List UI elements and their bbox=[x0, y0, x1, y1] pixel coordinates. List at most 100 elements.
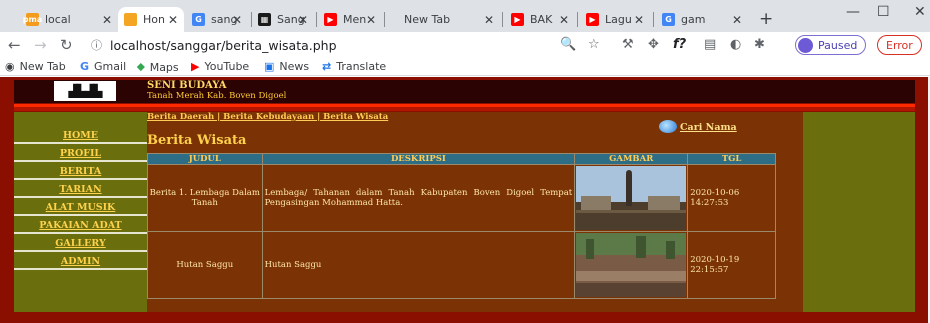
cell-tgl: 2020-10-06 14:27:53 bbox=[687, 164, 776, 232]
site-info-icon[interactable]: ⓘ bbox=[91, 37, 102, 53]
error-button[interactable]: Error bbox=[877, 35, 922, 55]
nav-tarian[interactable]: TARIAN bbox=[14, 180, 147, 198]
error-label: Error bbox=[886, 38, 913, 52]
header-divider bbox=[14, 107, 915, 111]
tab-divider bbox=[316, 12, 317, 27]
breadcrumb[interactable]: Berita Daerah | Berita Kebudayaan | Beri… bbox=[147, 112, 388, 122]
browser-tab-active[interactable]: Hon ✕ bbox=[118, 7, 184, 32]
table-header-row: JUDUL DESKRIPSI GAMBAR TGL bbox=[147, 153, 776, 165]
google-icon: G bbox=[80, 60, 90, 73]
back-icon[interactable]: ← bbox=[8, 36, 21, 54]
sidebar-nav: HOME PROFIL BERITA TARIAN ALAT MUSIK PAK… bbox=[14, 112, 147, 312]
tab-divider bbox=[653, 12, 654, 27]
nav-profil[interactable]: PROFIL bbox=[14, 144, 147, 162]
close-icon[interactable]: ✕ bbox=[232, 13, 242, 27]
tab-label: Lagu bbox=[605, 13, 632, 26]
bookmark-label: Translate bbox=[336, 60, 387, 73]
news-photo bbox=[576, 166, 687, 230]
news-icon: ▣ bbox=[264, 60, 275, 73]
bookmark-star-icon[interactable]: ☆ bbox=[588, 37, 600, 52]
browser-tab[interactable]: ▶ Men ✕ bbox=[318, 7, 382, 32]
browser-tab[interactable]: New Tab ✕ bbox=[388, 7, 500, 32]
bookmark-label: YouTube bbox=[204, 60, 250, 73]
site-brand: SENI BUDAYA Tanah Merah Kab. Boven Digoe… bbox=[147, 80, 287, 102]
tab-label: BAK bbox=[530, 13, 553, 26]
tab-label: Men bbox=[343, 13, 367, 26]
close-icon[interactable]: ✕ bbox=[732, 13, 742, 27]
column-header: TGL bbox=[687, 153, 776, 165]
page-icon bbox=[124, 13, 137, 26]
nav-admin[interactable]: ADMIN bbox=[14, 252, 147, 270]
extension-icon[interactable]: ◐ bbox=[730, 37, 741, 52]
globe-icon: ◉ bbox=[5, 60, 15, 73]
browser-tab[interactable]: G gam ✕ bbox=[656, 7, 748, 32]
maximize-icon[interactable]: ☐ bbox=[877, 4, 890, 20]
bookmark-item[interactable]: ⇄ Translate bbox=[322, 60, 386, 73]
close-icon[interactable]: ✕ bbox=[168, 13, 178, 27]
maps-icon: ⬥ bbox=[137, 60, 145, 73]
news-table: JUDUL DESKRIPSI GAMBAR TGL Berita 1. Lem… bbox=[147, 153, 776, 299]
nav-alat-musik[interactable]: ALAT MUSIK bbox=[14, 198, 147, 216]
bookmark-item[interactable]: ▶ YouTube bbox=[191, 60, 249, 73]
browser-tab[interactable]: ▦ Sang ✕ bbox=[252, 7, 314, 32]
site-logo: ▟▙▟▙ bbox=[54, 81, 116, 101]
extension-icon[interactable]: f? bbox=[673, 37, 686, 52]
bookmark-label: Gmail bbox=[94, 60, 127, 73]
tab-divider bbox=[577, 12, 578, 27]
nav-berita[interactable]: BERITA bbox=[14, 162, 147, 180]
news-photo bbox=[576, 233, 687, 297]
bookmark-item[interactable]: G Gmail bbox=[80, 60, 126, 73]
close-icon[interactable]: ✕ bbox=[484, 13, 494, 27]
browser-tab[interactable]: pma local ✕ bbox=[20, 7, 118, 32]
extension-icon[interactable]: ⚒ bbox=[622, 37, 634, 52]
search-link[interactable]: Cari Nama bbox=[659, 120, 737, 133]
youtube-icon: ▶ bbox=[191, 60, 200, 73]
translate-icon: ⇄ bbox=[322, 60, 332, 73]
search-link-label[interactable]: Cari Nama bbox=[680, 122, 737, 133]
extensions-puzzle-icon[interactable]: ✱ bbox=[754, 37, 765, 52]
logo-icon: ▟▙▟▙ bbox=[68, 84, 103, 98]
browser-tab[interactable]: G sang ✕ bbox=[186, 7, 248, 32]
reload-icon[interactable]: ↻ bbox=[60, 36, 73, 54]
url-field[interactable]: ⓘ localhost/sanggar/berita_wisata.php bbox=[91, 35, 451, 55]
brand-subtitle: Tanah Merah Kab. Boven Digoel bbox=[147, 91, 287, 101]
close-icon[interactable]: ✕ bbox=[298, 13, 308, 27]
bookmark-label: News bbox=[279, 60, 310, 73]
close-icon[interactable]: ✕ bbox=[559, 13, 569, 27]
nav-gallery[interactable]: GALLERY bbox=[14, 234, 147, 252]
bookmark-item[interactable]: ▣ News bbox=[264, 60, 309, 73]
table-row: Hutan Saggu Hutan Saggu 2020-10-19 22:15… bbox=[147, 231, 776, 299]
extension-icon[interactable]: ▤ bbox=[704, 37, 716, 52]
brand-title: SENI BUDAYA bbox=[147, 80, 227, 91]
nav-home[interactable]: HOME bbox=[14, 126, 147, 144]
minimize-icon[interactable]: — bbox=[846, 4, 860, 20]
column-header: DESKRIPSI bbox=[261, 153, 576, 165]
web-page: ▟▙▟▙ SENI BUDAYA Tanah Merah Kab. Boven … bbox=[0, 77, 930, 323]
cell-gambar bbox=[574, 164, 689, 232]
close-icon[interactable]: ✕ bbox=[634, 13, 644, 27]
bookmarks-bar: ◉ New Tab G Gmail ⬥ Maps ▶ YouTube ▣ New… bbox=[0, 58, 930, 76]
search-icon bbox=[659, 120, 677, 133]
forward-icon[interactable]: → bbox=[34, 36, 47, 54]
zoom-icon[interactable]: 🔍 bbox=[560, 37, 576, 52]
profile-button[interactable]: Paused bbox=[795, 35, 867, 55]
pma-icon: pma bbox=[22, 13, 43, 26]
browser-tab[interactable]: ▶ BAK ✕ bbox=[505, 7, 575, 32]
close-icon[interactable]: ✕ bbox=[102, 13, 112, 27]
url-text: localhost/sanggar/berita_wisata.php bbox=[110, 37, 337, 53]
window-close-icon[interactable]: ✕ bbox=[914, 4, 926, 20]
browser-tab[interactable]: ▶ Lagu ✕ bbox=[580, 7, 650, 32]
browser-tab-strip: pma local ✕ Hon ✕ G sang ✕ ▦ Sang ✕ ▶ Me… bbox=[0, 0, 930, 32]
youtube-icon: ▶ bbox=[324, 13, 337, 26]
nav-pakaian-adat[interactable]: PAKAIAN ADAT bbox=[14, 216, 147, 234]
bookmark-item[interactable]: ◉ New Tab bbox=[5, 60, 66, 73]
grid-icon: ▦ bbox=[258, 13, 271, 26]
close-icon[interactable]: ✕ bbox=[366, 13, 376, 27]
tab-divider bbox=[502, 12, 503, 27]
bookmark-item[interactable]: ⬥ Maps bbox=[137, 60, 179, 74]
table-row: Berita 1. Lembaga Dalam Tanah Lembaga/ T… bbox=[147, 164, 776, 232]
youtube-icon: ▶ bbox=[511, 13, 524, 26]
new-tab-button[interactable]: + bbox=[759, 9, 773, 29]
extension-icon[interactable]: ✥ bbox=[648, 37, 659, 52]
cell-deskripsi: Hutan Saggu bbox=[261, 231, 576, 299]
